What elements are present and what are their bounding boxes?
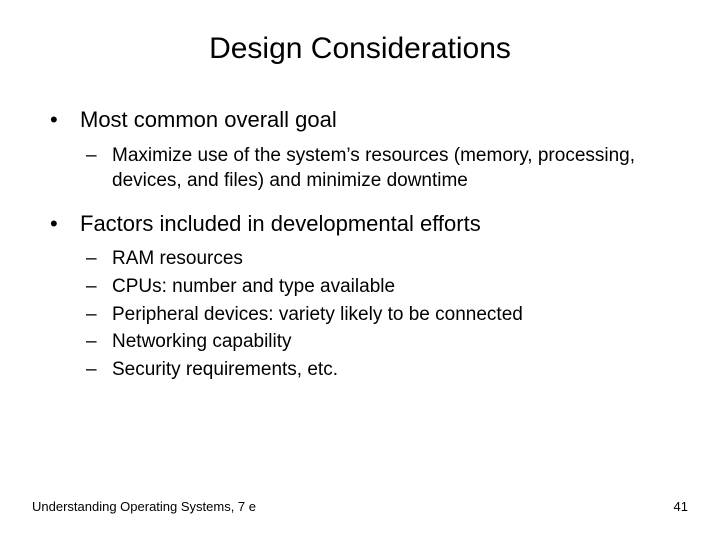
sublist-item-label: Maximize use of the system’s resources (…: [112, 143, 670, 194]
sublist-item: – RAM resources: [86, 246, 670, 272]
sublist-item-label: Networking capability: [112, 329, 670, 355]
slide: Design Considerations • Most common over…: [0, 0, 720, 540]
sublist-item-label: RAM resources: [112, 246, 670, 272]
dash-icon: –: [86, 329, 112, 355]
sublist: – RAM resources – CPUs: number and type …: [86, 246, 670, 382]
bullet-icon: •: [50, 106, 80, 135]
dash-icon: –: [86, 246, 112, 272]
footer-text: Understanding Operating Systems, 7 e: [32, 499, 256, 514]
sublist-item: – Security requirements, etc.: [86, 357, 670, 383]
sublist-item: – Networking capability: [86, 329, 670, 355]
sublist-item: – CPUs: number and type available: [86, 274, 670, 300]
list-item: • Most common overall goal – Maximize us…: [50, 106, 670, 194]
slide-title: Design Considerations: [50, 32, 670, 66]
page-number: 41: [674, 499, 688, 514]
sublist-item-label: CPUs: number and type available: [112, 274, 670, 300]
list-item-label: Factors included in developmental effort…: [80, 210, 670, 239]
dash-icon: –: [86, 357, 112, 383]
list-item: • Factors included in developmental effo…: [50, 210, 670, 383]
sublist-item: – Peripheral devices: variety likely to …: [86, 302, 670, 328]
content-list: • Most common overall goal – Maximize us…: [50, 106, 670, 383]
dash-icon: –: [86, 143, 112, 169]
sublist: – Maximize use of the system’s resources…: [86, 143, 670, 194]
sublist-item-label: Security requirements, etc.: [112, 357, 670, 383]
dash-icon: –: [86, 302, 112, 328]
sublist-item: – Maximize use of the system’s resources…: [86, 143, 670, 194]
bullet-icon: •: [50, 210, 80, 239]
list-item-label: Most common overall goal: [80, 106, 670, 135]
dash-icon: –: [86, 274, 112, 300]
sublist-item-label: Peripheral devices: variety likely to be…: [112, 302, 670, 328]
